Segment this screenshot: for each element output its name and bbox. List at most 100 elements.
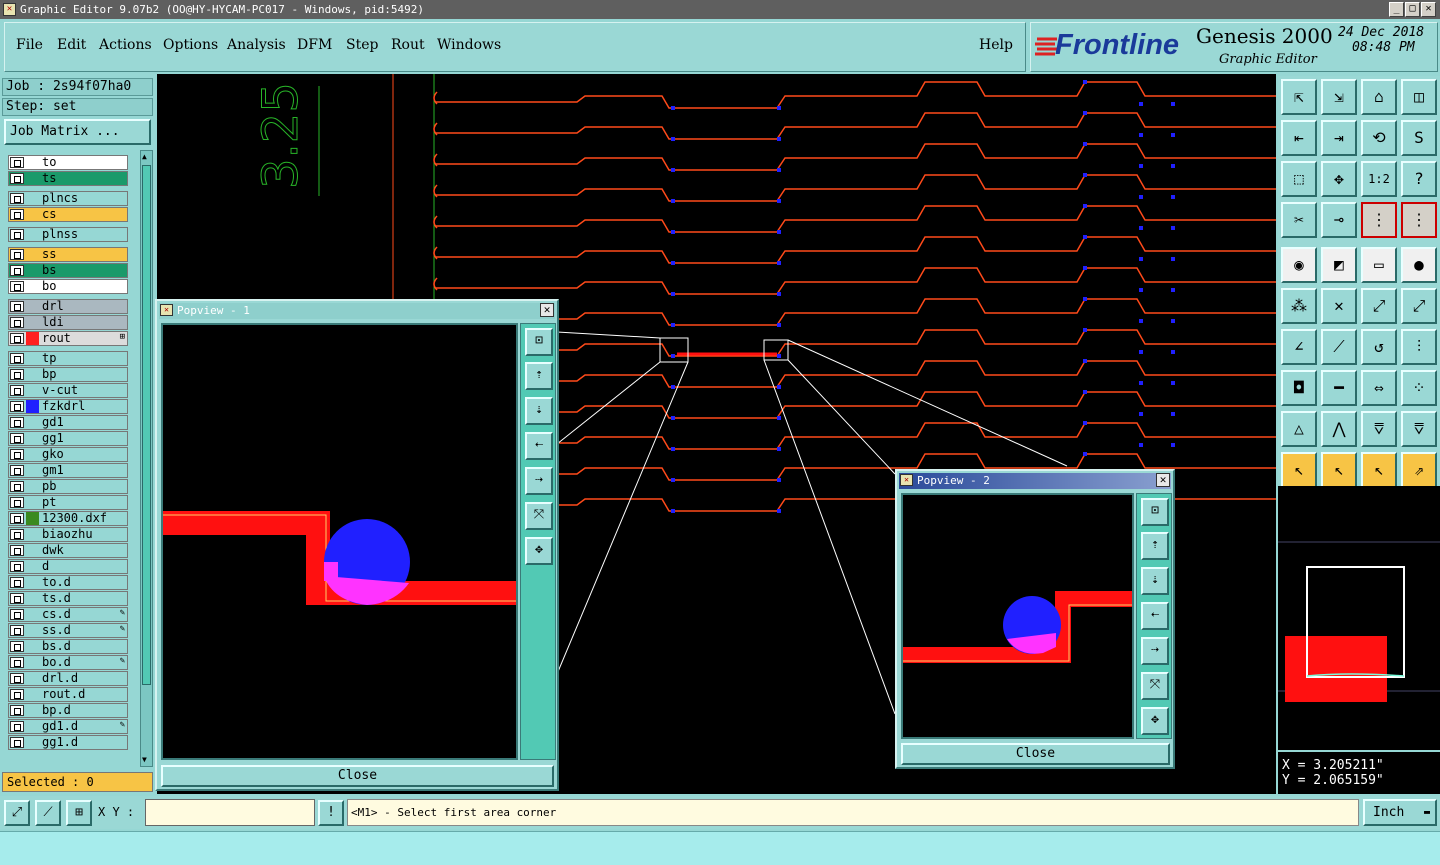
tool-triangle-icon[interactable]: △ bbox=[1281, 411, 1317, 447]
menu-options[interactable]: Options bbox=[163, 37, 218, 53]
popview-2-pan-right-icon[interactable]: ⇢ bbox=[1141, 637, 1169, 665]
layer-color-swatch[interactable] bbox=[26, 720, 39, 733]
popview-2-pan-down-icon[interactable]: ⇣ bbox=[1141, 567, 1169, 595]
tool-measure-icon[interactable]: ▭ bbox=[1361, 247, 1397, 283]
layer-checkbox[interactable] bbox=[10, 265, 24, 276]
layer-color-swatch[interactable] bbox=[26, 592, 39, 605]
layer-row-gko[interactable]: gko bbox=[8, 447, 128, 462]
layer-color-swatch[interactable] bbox=[26, 400, 39, 413]
layer-row-drl[interactable]: drl bbox=[8, 299, 128, 314]
tool-zoom-out-icon[interactable]: ⇲ bbox=[1321, 79, 1357, 115]
tool-angle-icon[interactable]: ∠ bbox=[1281, 329, 1317, 365]
layer-row-pt[interactable]: pt bbox=[8, 495, 128, 510]
popview-2-title-bar[interactable]: Popview - 2 bbox=[899, 473, 1171, 489]
layer-row-cs[interactable]: cs bbox=[8, 207, 128, 222]
layer-row-ts[interactable]: ts bbox=[8, 171, 128, 186]
layer-checkbox[interactable] bbox=[10, 417, 24, 428]
xy-input[interactable] bbox=[145, 799, 315, 826]
layer-scrollbar[interactable]: ▲ ▼ bbox=[140, 150, 153, 767]
tool-pan-right-icon[interactable]: ⇥ bbox=[1321, 120, 1357, 156]
menu-analysis[interactable]: Analysis bbox=[227, 37, 286, 53]
units-selector[interactable]: Inch ▬ bbox=[1363, 799, 1437, 826]
layer-row-to[interactable]: to bbox=[8, 155, 128, 170]
layer-checkbox[interactable] bbox=[10, 689, 24, 700]
popview-1-close-icon[interactable]: ✕ bbox=[540, 303, 554, 317]
layer-color-swatch[interactable] bbox=[26, 208, 39, 221]
layer-checkbox[interactable] bbox=[10, 317, 24, 328]
popview-2-pan-left-icon[interactable]: ⇠ bbox=[1141, 602, 1169, 630]
layer-color-swatch[interactable] bbox=[26, 464, 39, 477]
layer-row-12300-dxf[interactable]: 12300.dxf bbox=[8, 511, 128, 526]
layer-checkbox[interactable] bbox=[10, 249, 24, 260]
layer-color-swatch[interactable] bbox=[26, 608, 39, 621]
tool-redraw-icon[interactable]: ⟲ bbox=[1361, 120, 1397, 156]
tool-add-pad-icon[interactable]: ◉ bbox=[1281, 247, 1317, 283]
popview-1-pan-left-icon[interactable]: ⇠ bbox=[525, 432, 553, 460]
layer-row-fzkdrl[interactable]: fzkdrl bbox=[8, 399, 128, 414]
layer-row-ldi[interactable]: ldi bbox=[8, 315, 128, 330]
layer-color-swatch[interactable] bbox=[26, 156, 39, 169]
grid-icon[interactable]: ⊞ bbox=[66, 800, 92, 826]
layer-row-ss-d[interactable]: ss.d ✎ bbox=[8, 623, 128, 638]
popview-1-window[interactable]: Popview - 1 ✕ ✕ ⊡ ⇡ ⇣ ⇠ ⇢ ⤧ ✥ Close bbox=[155, 299, 559, 791]
popview-1-pan-up-icon[interactable]: ⇡ bbox=[525, 362, 553, 390]
scroll-down-arrow-icon[interactable]: ▼ bbox=[142, 755, 151, 765]
layer-color-swatch[interactable] bbox=[26, 368, 39, 381]
menu-rout[interactable]: Rout bbox=[391, 37, 425, 53]
popview-1-pan-down-icon[interactable]: ⇣ bbox=[525, 397, 553, 425]
layer-checkbox[interactable] bbox=[10, 641, 24, 652]
layer-color-swatch[interactable] bbox=[26, 576, 39, 589]
popview-1-zoom-icon[interactable]: ⊡ bbox=[525, 328, 553, 356]
layer-color-swatch[interactable] bbox=[26, 172, 39, 185]
layer-checkbox[interactable] bbox=[10, 193, 24, 204]
scroll-thumb[interactable] bbox=[142, 165, 151, 685]
popview-2-pan-up-icon[interactable]: ⇡ bbox=[1141, 532, 1169, 560]
popview-2-window[interactable]: Popview - 2 ✕ ✕ ⊡ ⇡ ⇣ ⇠ ⇢ ⤧ ✥ Close bbox=[895, 469, 1175, 769]
tool-zoom-in-icon[interactable]: ⇱ bbox=[1281, 79, 1317, 115]
layer-color-swatch[interactable] bbox=[26, 736, 39, 749]
layer-checkbox[interactable] bbox=[10, 497, 24, 508]
layer-row-drl-d[interactable]: drl.d bbox=[8, 671, 128, 686]
layer-row-plnss[interactable]: plnss bbox=[8, 227, 128, 242]
tool-select-poly-icon[interactable]: ↖ bbox=[1361, 452, 1397, 488]
layer-color-swatch[interactable] bbox=[26, 624, 39, 637]
snap-mode-icon[interactable]: ⤢ bbox=[4, 800, 30, 826]
overview-map[interactable] bbox=[1278, 486, 1440, 750]
layer-checkbox[interactable] bbox=[10, 481, 24, 492]
tool-pan-left-icon[interactable]: ⇤ bbox=[1281, 120, 1317, 156]
layer-color-swatch[interactable] bbox=[26, 300, 39, 313]
tool-select-icon[interactable]: ↖ bbox=[1281, 452, 1317, 488]
tool-bridge-icon[interactable]: ⩢ bbox=[1361, 411, 1397, 447]
popview-1-zoom-home-icon[interactable]: ⤧ bbox=[525, 502, 553, 530]
layer-checkbox[interactable] bbox=[10, 721, 24, 732]
scroll-up-arrow-icon[interactable]: ▲ bbox=[142, 152, 151, 162]
layer-checkbox[interactable] bbox=[10, 561, 24, 572]
layer-row-d[interactable]: d bbox=[8, 559, 128, 574]
layer-row-rout-d[interactable]: rout.d bbox=[8, 687, 128, 702]
layer-row-plncs[interactable]: plncs bbox=[8, 191, 128, 206]
tool-select-box-icon[interactable]: ↖ bbox=[1321, 452, 1357, 488]
popview-2-zoom-fit-icon[interactable]: ✥ bbox=[1141, 707, 1169, 735]
layer-color-swatch[interactable] bbox=[26, 228, 39, 241]
layer-row-tp[interactable]: tp bbox=[8, 351, 128, 366]
layer-checkbox[interactable] bbox=[10, 465, 24, 476]
layer-color-swatch[interactable] bbox=[26, 352, 39, 365]
maximize-button[interactable]: □ bbox=[1405, 2, 1420, 17]
layer-row-bs[interactable]: bs bbox=[8, 263, 128, 278]
popview-2-close-icon[interactable]: ✕ bbox=[1156, 473, 1170, 487]
menu-edit[interactable]: Edit bbox=[57, 37, 86, 53]
tool-scale-icon[interactable]: 1:2 bbox=[1361, 161, 1397, 197]
tool-resize-icon[interactable]: ⇔ bbox=[1361, 370, 1397, 406]
layer-row-gd1[interactable]: gd1 bbox=[8, 415, 128, 430]
tool-layers-icon[interactable]: ⋮ bbox=[1361, 202, 1397, 238]
layer-color-swatch[interactable] bbox=[26, 560, 39, 573]
layer-color-swatch[interactable] bbox=[26, 496, 39, 509]
layer-checkbox[interactable] bbox=[10, 353, 24, 364]
layer-checkbox[interactable] bbox=[10, 705, 24, 716]
menu-dfm[interactable]: DFM bbox=[297, 37, 332, 53]
popview-2-close-button[interactable]: Close bbox=[901, 743, 1170, 765]
layer-color-swatch[interactable] bbox=[26, 448, 39, 461]
tool-cut-icon[interactable]: ✂ bbox=[1281, 202, 1317, 238]
layer-row-biaozhu[interactable]: biaozhu bbox=[8, 527, 128, 542]
layer-row-bs-d[interactable]: bs.d bbox=[8, 639, 128, 654]
